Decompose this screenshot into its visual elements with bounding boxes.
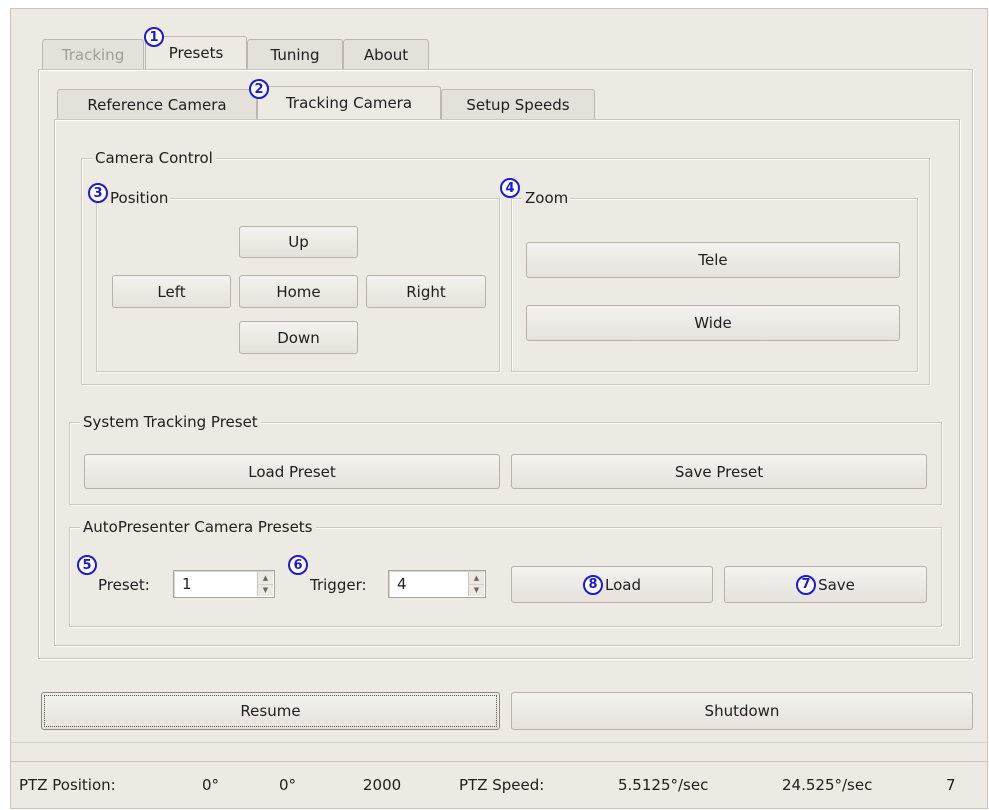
zoom-group: Zoom [511, 188, 918, 372]
tab-about-label: About [363, 45, 409, 64]
save-preset-button[interactable]: Save Preset [511, 454, 927, 489]
ptz-pan-value: 0° [202, 776, 220, 794]
right-label: Right [406, 282, 446, 301]
ptz-tilt-value: 0° [279, 776, 297, 794]
up-button[interactable]: Up [239, 226, 358, 258]
trigger-input[interactable] [389, 571, 461, 597]
trigger-down-arrow-icon[interactable]: ▼ [469, 585, 484, 597]
presets-window: Tracking Presets Tuning About 1 Referenc… [10, 8, 988, 809]
wide-label: Wide [694, 314, 732, 332]
callout-badge-5: 5 [77, 555, 97, 575]
status-separator [11, 742, 987, 743]
camera-control-title: Camera Control [92, 148, 216, 168]
load-preset-button[interactable]: Load Preset [84, 454, 500, 489]
callout-badge-7: 7 [796, 574, 817, 595]
autopresenter-presets-title: AutoPresenter Camera Presets [80, 517, 316, 537]
subtab-setup-speeds-label: Setup Speeds [466, 95, 570, 114]
tab-about[interactable]: About [343, 39, 429, 69]
ptz-count-value: 7 [946, 776, 956, 794]
load-button[interactable]: 8 Load [511, 566, 713, 603]
subtab-reference-camera[interactable]: Reference Camera [57, 89, 257, 119]
resume-label: Resume [240, 702, 301, 720]
home-button[interactable]: Home [239, 275, 358, 308]
subtab-setup-speeds[interactable]: Setup Speeds [441, 89, 595, 119]
zoom-title: Zoom [522, 188, 572, 208]
trigger-up-arrow-icon[interactable]: ▲ [469, 572, 484, 585]
ptz-zoom-value: 2000 [363, 776, 402, 794]
position-title: Position [107, 188, 172, 208]
tab-tuning[interactable]: Tuning [247, 39, 343, 69]
load-label: Load [605, 575, 641, 594]
wide-button[interactable]: Wide [526, 305, 900, 341]
subtab-tracking-camera-label: Tracking Camera [285, 94, 413, 112]
system-tracking-preset-title: System Tracking Preset [80, 412, 261, 432]
callout-badge-6: 6 [288, 555, 308, 575]
preset-up-arrow-icon[interactable]: ▲ [258, 572, 273, 585]
down-label: Down [277, 328, 320, 347]
trigger-label: Trigger: [310, 576, 367, 594]
right-button[interactable]: Right [366, 275, 486, 308]
ptz-position-label: PTZ Position: [19, 776, 116, 794]
load-preset-label: Load Preset [248, 462, 336, 481]
callout-badge-4: 4 [500, 178, 520, 198]
ptz-pan-speed-value: 5.5125°/sec [618, 776, 709, 794]
left-label: Left [157, 282, 186, 301]
tab-tuning-label: Tuning [270, 45, 320, 64]
save-preset-label: Save Preset [674, 462, 764, 481]
status-bar: PTZ Position: 0° 0° 2000 PTZ Speed: 5.51… [11, 761, 987, 807]
preset-input[interactable] [174, 571, 249, 597]
callout-badge-3: 3 [88, 183, 108, 203]
tab-tracking-label: Tracking [61, 45, 125, 64]
trigger-spinbox[interactable]: ▲▼ [388, 570, 486, 598]
save-button[interactable]: 7 Save [724, 566, 927, 603]
shutdown-label: Shutdown [704, 702, 780, 720]
callout-badge-1: 1 [144, 27, 164, 47]
tele-button[interactable]: Tele [526, 242, 900, 278]
tele-label: Tele [698, 251, 728, 269]
up-label: Up [288, 233, 309, 251]
preset-spinbox[interactable]: ▲▼ [173, 570, 275, 598]
callout-badge-8: 8 [583, 574, 603, 595]
left-button[interactable]: Left [112, 275, 231, 308]
preset-label: Preset: [98, 576, 150, 594]
callout-badge-2: 2 [249, 79, 269, 99]
subtab-tracking-camera[interactable]: Tracking Camera [257, 86, 441, 119]
ptz-speed-label: PTZ Speed: [459, 776, 545, 794]
ptz-tilt-speed-value: 24.525°/sec [782, 776, 873, 794]
shutdown-button[interactable]: Shutdown [511, 692, 973, 730]
save-label: Save [818, 575, 855, 594]
home-label: Home [276, 282, 321, 301]
resume-button[interactable]: Resume [41, 692, 500, 730]
tab-presets-label: Presets [168, 44, 224, 62]
preset-down-arrow-icon[interactable]: ▼ [258, 585, 273, 597]
down-button[interactable]: Down [239, 321, 358, 354]
tab-tracking[interactable]: Tracking [42, 39, 144, 69]
preset-spin-arrows[interactable]: ▲ ▼ [257, 572, 273, 596]
subtab-reference-camera-label: Reference Camera [87, 95, 227, 114]
trigger-spin-arrows[interactable]: ▲ ▼ [468, 572, 484, 596]
